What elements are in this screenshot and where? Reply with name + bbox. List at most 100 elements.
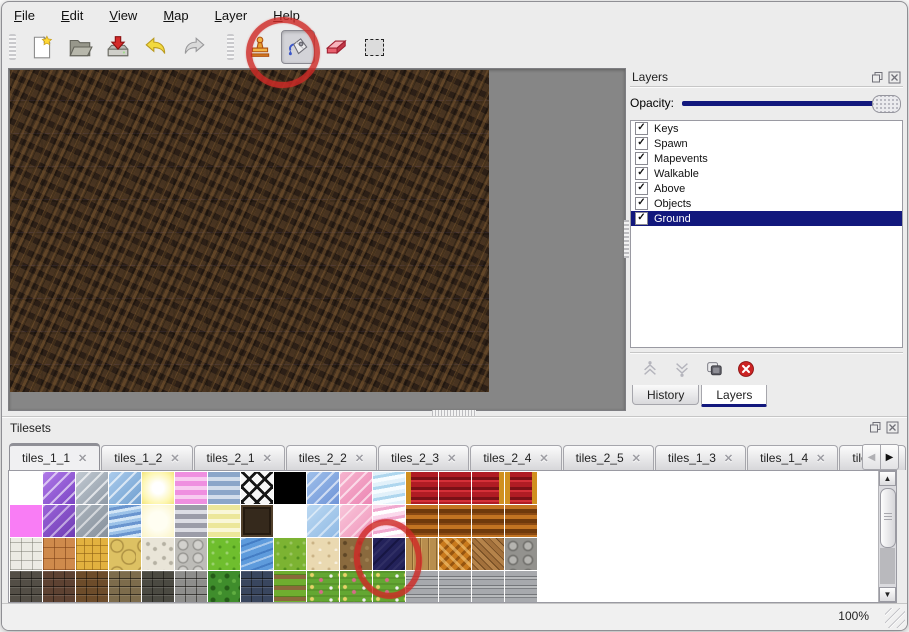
tileset-tab-tiles_1_3[interactable]: tiles_1_3✕ — [655, 445, 746, 470]
tab-close-icon[interactable]: ✕ — [447, 452, 456, 465]
map-viewport[interactable] — [8, 68, 626, 411]
scroll-up-icon[interactable]: ▲ — [879, 471, 896, 486]
layer-row-above[interactable]: ✓Above — [631, 181, 902, 196]
undo-button[interactable] — [139, 30, 173, 64]
tile-lattice[interactable] — [241, 472, 273, 504]
tile-wall-redbrown[interactable] — [43, 571, 75, 603]
layer-checkbox[interactable]: ✓ — [635, 137, 648, 150]
tab-layers[interactable]: Layers — [701, 385, 767, 407]
tab-close-icon[interactable]: ✕ — [78, 452, 87, 465]
tile-stripe-orange[interactable] — [439, 505, 471, 537]
tile-glass-pink[interactable] — [340, 472, 372, 504]
fill-tool-button[interactable] — [281, 30, 315, 64]
float-panel-icon[interactable] — [869, 421, 882, 434]
vertical-splitter-grip[interactable] — [624, 220, 629, 258]
tab-history[interactable]: History — [632, 385, 699, 405]
menu-view[interactable]: View — [109, 8, 137, 23]
tile-dirt[interactable] — [340, 538, 372, 570]
float-panel-icon[interactable] — [871, 71, 884, 84]
scrollbar-track-shade[interactable] — [880, 548, 895, 584]
tileset-tab-tiles_2_3[interactable]: tiles_2_3✕ — [378, 445, 469, 470]
new-file-button[interactable] — [25, 30, 59, 64]
tile-curtain-glr[interactable] — [505, 472, 537, 504]
tile-planks-v[interactable] — [406, 538, 438, 570]
layer-row-ground[interactable]: ✓Ground — [631, 211, 902, 226]
tile-scrollbar[interactable]: ▲ ▼ — [878, 471, 896, 602]
tile-glass-purple2[interactable] — [43, 505, 75, 537]
tile-wall-graybrick[interactable] — [175, 571, 207, 603]
tile-hedge[interactable] — [208, 571, 240, 603]
tile-water-light[interactable] — [373, 472, 405, 504]
tab-close-icon[interactable]: ✕ — [263, 452, 272, 465]
tile-path-white[interactable] — [10, 538, 42, 570]
tab-scroll-left-button[interactable]: ◀ — [862, 444, 880, 470]
tileset-tab-tiles_2_4[interactable]: tiles_2_4✕ — [470, 445, 561, 470]
tileset-tab-tiles_2_5[interactable]: tiles_2_5✕ — [563, 445, 654, 470]
tile-glass-blue-s[interactable] — [307, 505, 339, 537]
tile-wall-darkgray[interactable] — [10, 571, 42, 603]
tile-wall-darkpebble[interactable] — [142, 571, 174, 603]
tile-water-blue[interactable] — [109, 505, 141, 537]
tile-stone-orange[interactable] — [43, 538, 75, 570]
tile-herringbone[interactable] — [472, 538, 504, 570]
tile-wall-blue[interactable] — [241, 571, 273, 603]
layer-row-mapevents[interactable]: ✓Mapevents — [631, 151, 902, 166]
map-canvas[interactable] — [10, 70, 489, 392]
layer-move-up-button[interactable] — [640, 359, 660, 379]
tile-glass-pink-s[interactable] — [340, 505, 372, 537]
opacity-slider-handle[interactable] — [872, 95, 901, 113]
close-panel-icon[interactable] — [886, 421, 899, 434]
menu-help[interactable]: Help — [273, 8, 300, 23]
select-tool-button[interactable] — [357, 30, 391, 64]
layer-checkbox[interactable]: ✓ — [635, 212, 648, 225]
tileset-tab-tiles_2_2[interactable]: tiles_2_2✕ — [286, 445, 377, 470]
tile-empty[interactable] — [10, 472, 42, 504]
tileset-tab-tiles_1_1[interactable]: tiles_1_1✕ — [9, 443, 100, 470]
tile-tile-gold[interactable] — [76, 538, 108, 570]
layer-row-spawn[interactable]: ✓Spawn — [631, 136, 902, 151]
tile-sign[interactable] — [241, 505, 273, 537]
layer-checkbox[interactable]: ✓ — [635, 122, 648, 135]
menu-map[interactable]: Map — [163, 8, 188, 23]
tile-path-grass[interactable] — [274, 571, 306, 603]
tile-glass-blue2[interactable] — [307, 472, 339, 504]
menu-file[interactable]: File — [14, 8, 35, 23]
tile-glow-pale[interactable] — [142, 505, 174, 537]
tile-pebble-white[interactable] — [142, 538, 174, 570]
layer-row-objects[interactable]: ✓Objects — [631, 196, 902, 211]
tile-grass2[interactable] — [274, 538, 306, 570]
tile-pebble-gray[interactable] — [175, 538, 207, 570]
tile-planks-gray[interactable] — [505, 571, 537, 603]
tile-planks-gray[interactable] — [439, 571, 471, 603]
layer-checkbox[interactable]: ✓ — [635, 152, 648, 165]
tile-stripe-gray[interactable] — [175, 505, 207, 537]
tile-curtain-gl[interactable] — [406, 472, 438, 504]
menu-layer[interactable]: Layer — [215, 8, 248, 23]
resize-grip[interactable] — [885, 608, 905, 628]
tile-grass[interactable] — [208, 538, 240, 570]
tile-stripe-yellow[interactable] — [208, 505, 240, 537]
tile-grass-flowers[interactable] — [373, 571, 405, 603]
layer-checkbox[interactable]: ✓ — [635, 197, 648, 210]
tile-planks-gray[interactable] — [406, 571, 438, 603]
tile-black[interactable] — [274, 472, 306, 504]
tile-logs[interactable] — [505, 538, 537, 570]
tile-empty[interactable] — [274, 505, 306, 537]
tile-wall-brown[interactable] — [76, 571, 108, 603]
scrollbar-thumb[interactable] — [880, 488, 896, 548]
tile-grass-flowers[interactable] — [307, 571, 339, 603]
tile-sand[interactable] — [307, 538, 339, 570]
tile-glass-purple[interactable] — [43, 472, 75, 504]
tile-curtain-gr[interactable] — [472, 472, 504, 504]
tile-stripe-orange[interactable] — [406, 505, 438, 537]
tile-curtain[interactable] — [439, 472, 471, 504]
tileset-tab-tiles_1_4[interactable]: tiles_1_4✕ — [747, 445, 838, 470]
save-button[interactable] — [101, 30, 135, 64]
menu-edit[interactable]: Edit — [61, 8, 83, 23]
close-panel-icon[interactable] — [888, 71, 901, 84]
tab-scroll-right-button[interactable]: ▶ — [880, 444, 899, 470]
layer-checkbox[interactable]: ✓ — [635, 167, 648, 180]
tile-grass-flowers[interactable] — [340, 571, 372, 603]
tab-close-icon[interactable]: ✕ — [816, 452, 825, 465]
delete-layer-button[interactable] — [736, 359, 756, 379]
